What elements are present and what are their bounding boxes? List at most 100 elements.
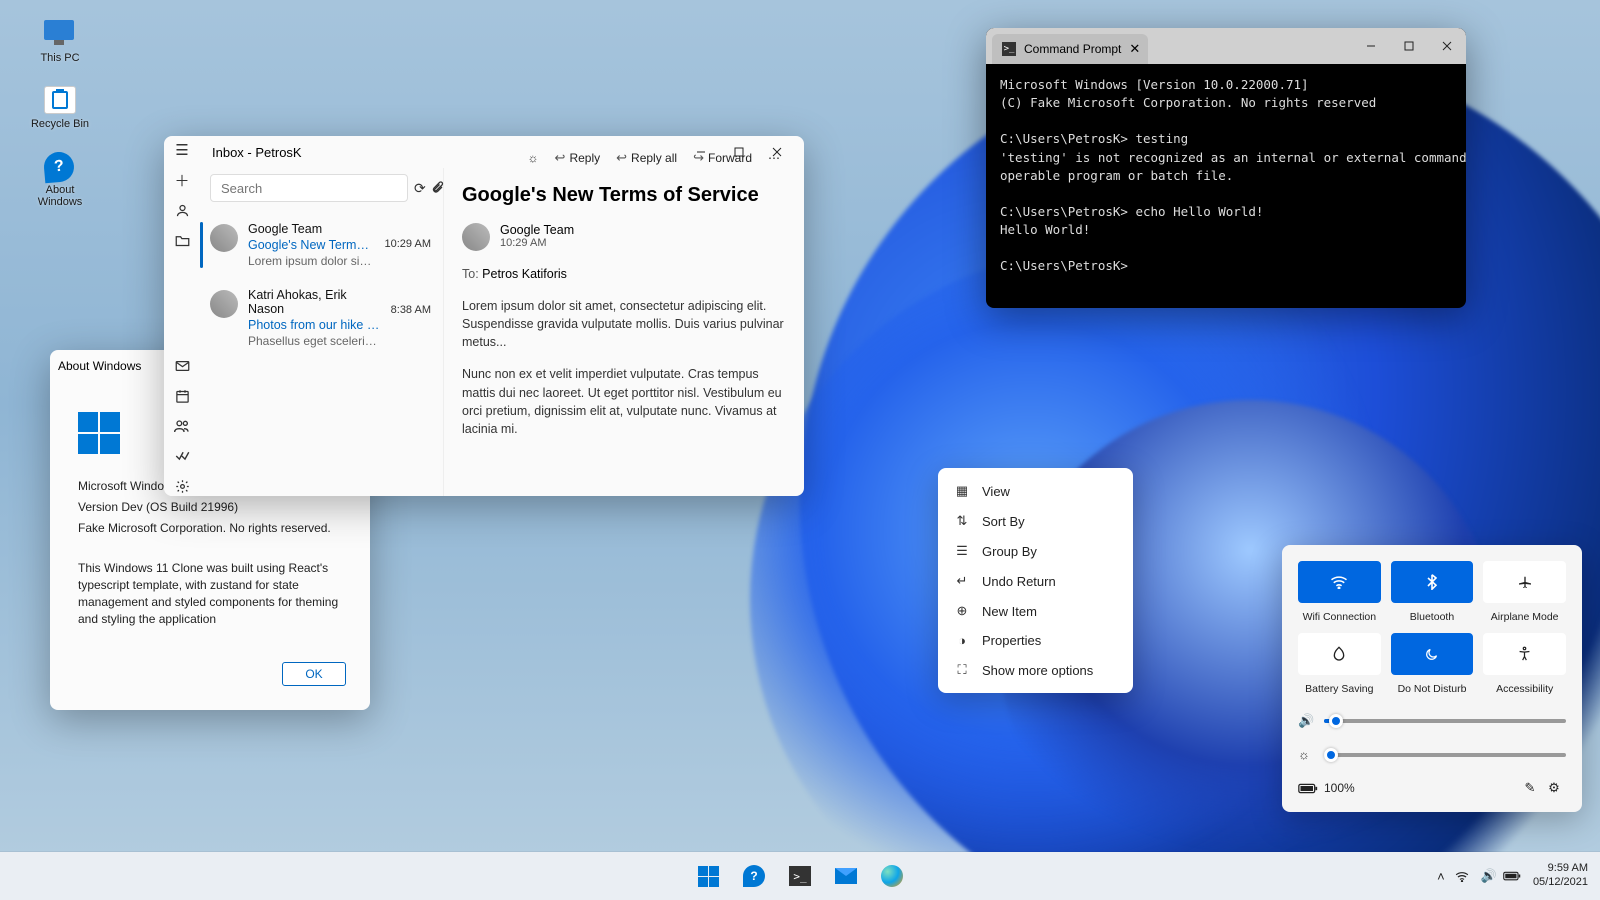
system-tray: ˄ 🔊 9:59 AM 05/12/2021 [1431, 862, 1588, 890]
mail-item-time: 10:29 AM [385, 222, 431, 268]
qs-bluetooth-toggle[interactable] [1391, 561, 1474, 603]
desktop-icon-recycle-bin[interactable]: Recycle Bin [28, 86, 92, 130]
more-actions-icon[interactable]: ⋯ [762, 147, 786, 169]
help-icon: ? [743, 865, 765, 887]
terminal-icon: >_ [789, 866, 811, 886]
volume-slider[interactable] [1324, 719, 1566, 723]
mail-item-sender: Google Team [248, 222, 375, 236]
volume-slider-row: 🔊 [1298, 713, 1566, 729]
search-input[interactable] [210, 174, 408, 202]
group-icon: ☰ [954, 543, 970, 559]
ctx-properties[interactable]: ◑Properties [944, 626, 1127, 655]
edit-icon[interactable]: ✎ [1518, 780, 1542, 796]
mail-item-sender: Katri Ahokas, Erik Nason [248, 288, 381, 316]
todo-nav-icon[interactable] [168, 446, 196, 466]
volume-icon: 🔊 [1298, 713, 1314, 729]
clock-time: 9:59 AM [1533, 862, 1588, 876]
mail-item-subject: Photos from our hike on M [248, 318, 381, 332]
taskbar-mail[interactable] [826, 856, 866, 896]
desktop-context-menu: ▦View ⇅Sort By ☰Group By ↵Undo Return ⊕N… [938, 468, 1133, 693]
desktop-icon-label: This PC [40, 52, 79, 64]
new-mail-icon[interactable]: ＋ [168, 170, 196, 190]
battery-status: 100% [1298, 781, 1355, 795]
ctx-sort[interactable]: ⇅Sort By [944, 506, 1127, 536]
qs-accessibility-toggle[interactable] [1483, 633, 1566, 675]
close-button[interactable] [1428, 32, 1466, 60]
qs-label: Wifi Connection [1303, 611, 1377, 623]
qs-airplane-toggle[interactable] [1483, 561, 1566, 603]
taskbar-help[interactable]: ? [734, 856, 774, 896]
terminal-icon: >_ [1002, 42, 1016, 56]
mail-content: ☼ ↩Reply ↩Reply all ↪Forward ⋯ Google's … [444, 168, 804, 496]
desktop-icon-this-pc[interactable]: This PC [28, 20, 92, 64]
mail-subject: Google's New Terms of Service [462, 184, 786, 207]
desktop-icon-label: About Windows [28, 184, 92, 208]
forward-button[interactable]: ↪Forward [687, 146, 758, 170]
mail-item-time: 8:38 AM [391, 288, 431, 348]
ctx-undo[interactable]: ↵Undo Return [944, 566, 1127, 596]
taskbar-terminal[interactable]: >_ [780, 856, 820, 896]
tray-volume-icon[interactable]: 🔊 [1479, 868, 1499, 884]
settings-icon[interactable]: ⚙ [1542, 780, 1566, 796]
terminal-tab[interactable]: >_ Command Prompt ✕ [992, 34, 1148, 64]
about-line: Version Dev (OS Build 21996) [78, 499, 342, 516]
tray-wifi-icon[interactable] [1455, 871, 1475, 882]
mail-item-preview: Lorem ipsum dolor sit amet, ... [248, 254, 375, 268]
taskbar: ? >_ ˄ 🔊 9:59 AM 05/12/2021 [0, 852, 1600, 900]
ctx-view[interactable]: ▦View [944, 476, 1127, 506]
mail-title: Inbox - PetrosK [212, 145, 302, 160]
refresh-icon[interactable]: ⟳ [414, 180, 426, 197]
desktop-icon-label: Recycle Bin [31, 118, 89, 130]
maximize-button[interactable] [1390, 32, 1428, 60]
tray-chevron-icon[interactable]: ˄ [1431, 869, 1451, 884]
about-paragraph: This Windows 11 Clone was built using Re… [78, 560, 342, 627]
mail-rail: ☰ ＋ [164, 168, 200, 496]
qs-dnd-toggle[interactable] [1391, 633, 1474, 675]
reply-all-button[interactable]: ↩Reply all [610, 146, 683, 170]
brightness-icon[interactable]: ☼ [522, 147, 545, 169]
ctx-new[interactable]: ⊕New Item [944, 596, 1127, 626]
help-icon: ? [43, 151, 76, 184]
forward-arrow-icon: ↪ [693, 150, 704, 166]
new-icon: ⊕ [954, 603, 970, 619]
hamburger-icon[interactable]: ☰ [168, 140, 196, 160]
terminal-window: >_ Command Prompt ✕ Microsoft Windows [V… [986, 28, 1466, 308]
terminal-titlebar[interactable]: >_ Command Prompt ✕ [986, 28, 1466, 64]
mail-item-subject: Google's New Terms of Ser [248, 238, 375, 252]
tab-close-icon[interactable]: ✕ [1129, 41, 1140, 57]
edge-icon [881, 865, 903, 887]
avatar [462, 223, 490, 251]
ok-button[interactable]: OK [282, 662, 346, 686]
clock[interactable]: 9:59 AM 05/12/2021 [1533, 862, 1588, 890]
ctx-more[interactable]: ⛶Show more options [944, 655, 1127, 685]
mail-sender: Google Team [500, 223, 574, 237]
avatar [210, 290, 238, 318]
desktop-icon-about-windows[interactable]: ? About Windows [28, 152, 92, 208]
tray-battery-icon[interactable] [1503, 871, 1523, 881]
reply-button[interactable]: ↩Reply [549, 146, 607, 170]
more-icon: ⛶ [954, 662, 970, 678]
ctx-group[interactable]: ☰Group By [944, 536, 1127, 566]
brightness-slider[interactable] [1324, 753, 1566, 757]
attachment-icon[interactable] [432, 181, 444, 195]
quick-settings-panel: Wifi Connection Bluetooth Airplane Mode … [1282, 545, 1582, 812]
about-line: Fake Microsoft Corporation. No rights re… [78, 520, 342, 537]
battery-icon [1298, 783, 1318, 794]
accounts-icon[interactable] [168, 200, 196, 220]
mail-item[interactable]: Google Team Google's New Terms of Ser Lo… [200, 212, 443, 278]
mail-body-paragraph: Lorem ipsum dolor sit amet, consectetur … [462, 297, 786, 351]
qs-wifi-toggle[interactable] [1298, 561, 1381, 603]
brightness-icon: ☼ [1298, 747, 1314, 762]
terminal-output[interactable]: Microsoft Windows [Version 10.0.22000.71… [986, 64, 1466, 287]
start-button[interactable] [688, 856, 728, 896]
windows-logo-icon [78, 412, 120, 454]
settings-nav-icon[interactable] [168, 476, 196, 496]
mail-item[interactable]: Katri Ahokas, Erik Nason Photos from our… [200, 278, 443, 358]
people-nav-icon[interactable] [168, 416, 196, 436]
taskbar-edge[interactable] [872, 856, 912, 896]
mail-nav-icon[interactable] [168, 356, 196, 376]
qs-battery-saver-toggle[interactable] [1298, 633, 1381, 675]
minimize-button[interactable] [1352, 32, 1390, 60]
calendar-nav-icon[interactable] [168, 386, 196, 406]
folders-icon[interactable] [168, 230, 196, 250]
